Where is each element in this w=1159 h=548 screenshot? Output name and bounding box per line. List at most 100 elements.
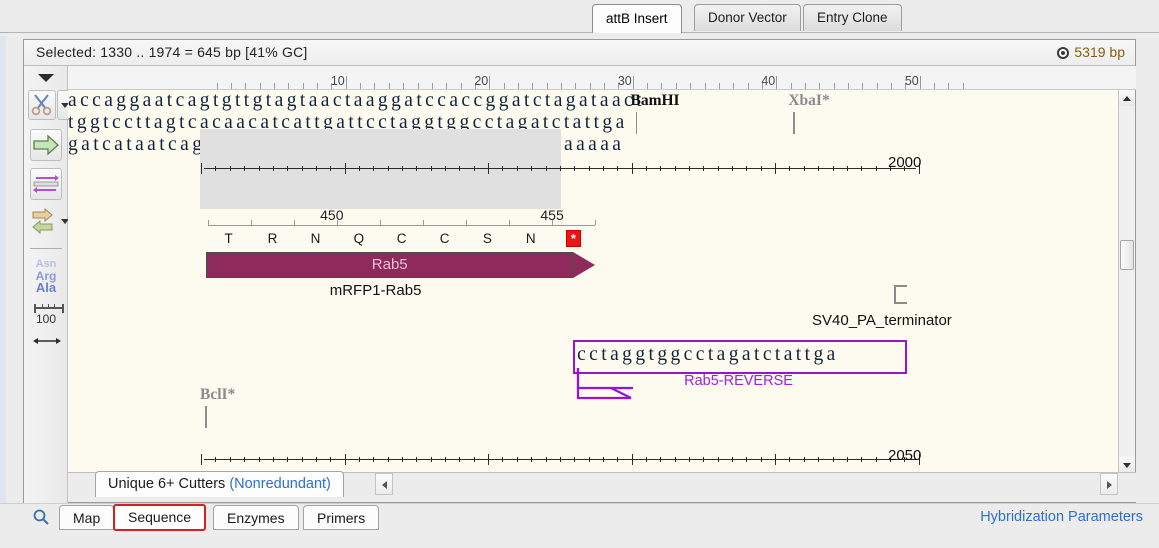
tick-minor xyxy=(229,457,231,462)
tick-minor xyxy=(502,166,504,171)
ruler-minor-tick xyxy=(862,83,864,89)
hscroll-left-button[interactable] xyxy=(375,473,393,495)
ruler-minor-tick xyxy=(532,83,534,89)
ruler-minor-tick xyxy=(561,83,563,89)
ruler-minor-tick xyxy=(661,83,663,89)
hybridization-parameters-link[interactable]: Hybridization Parameters xyxy=(980,509,1143,525)
hscroll-right-button[interactable] xyxy=(1100,473,1118,495)
tick-minor xyxy=(516,457,518,462)
left-toolbar: Asn Arg Ala 100 xyxy=(24,66,70,503)
triangle-up-icon xyxy=(1123,96,1131,101)
ruler-minor-tick xyxy=(934,83,936,89)
tick-major xyxy=(344,163,346,174)
enzyme-stem-bamhi xyxy=(635,112,638,134)
feature-rab5[interactable]: Rab5 xyxy=(206,252,574,278)
ruler-minor-tick xyxy=(833,83,835,89)
tick-minor xyxy=(832,457,834,462)
sequence-canvas[interactable]: BamHI XbaI* accaggaatcagtgttgtagtaactaag… xyxy=(68,90,1118,473)
enzyme-label-xbai[interactable]: XbaI* xyxy=(788,92,829,110)
ruler-tick-label: 10 xyxy=(330,74,345,88)
primer-tool-button[interactable] xyxy=(30,168,62,200)
top-strand-block1[interactable]: accaggaatcagtgttgtagtaactaaggatccaccggat… xyxy=(68,90,1118,112)
tick-minor xyxy=(689,457,691,462)
tick-minor xyxy=(717,166,719,171)
amino-label-ala: Ala xyxy=(35,280,57,295)
tick-minor xyxy=(445,166,447,171)
tick-minor xyxy=(760,166,762,171)
cutters-tab[interactable]: Unique 6+ Cutters (Nonredundant) xyxy=(95,471,344,497)
tick-minor xyxy=(703,166,705,171)
tab-donor-vector[interactable]: Donor Vector xyxy=(694,4,801,31)
tick-minor xyxy=(287,457,289,462)
magnifier-icon[interactable] xyxy=(32,508,50,526)
tick-minor xyxy=(703,457,705,462)
ruler-minor-tick xyxy=(647,83,649,89)
tick-major xyxy=(344,454,346,465)
translation-number-450: 450 xyxy=(320,207,344,223)
tick-minor xyxy=(387,457,389,462)
tick-minor xyxy=(803,457,805,462)
primer-sequence: cctaggtggcctagatctattga xyxy=(577,344,839,365)
tick-minor xyxy=(760,457,762,462)
translation-tick xyxy=(380,220,382,225)
scroll-up-button[interactable] xyxy=(1119,90,1135,106)
scroll-thumb[interactable] xyxy=(1120,240,1134,270)
feature-tool-button[interactable] xyxy=(30,129,62,161)
ruler-minor-tick xyxy=(245,83,247,89)
ruler-minor-tick xyxy=(446,83,448,89)
tab-enzymes[interactable]: Enzymes xyxy=(213,505,299,530)
scroll-down-button[interactable] xyxy=(1119,457,1135,473)
enzyme-label-bamhi[interactable]: BamHI xyxy=(631,92,680,110)
tick-minor xyxy=(674,166,676,171)
ruler-minor-tick xyxy=(388,83,390,89)
tab-attb-insert[interactable]: attB Insert xyxy=(592,4,682,33)
tab-map[interactable]: Map xyxy=(59,505,115,530)
ruler-minor-tick xyxy=(302,83,304,89)
tick-major xyxy=(631,454,633,465)
translation-residue: N xyxy=(525,231,536,246)
tab-entry-clone[interactable]: Entry Clone xyxy=(803,4,902,31)
ruler-minor-tick xyxy=(374,83,376,89)
tick-minor xyxy=(588,166,590,171)
enzyme-label-bcli[interactable]: BclI* xyxy=(200,386,235,404)
triangle-down-icon xyxy=(1123,463,1131,468)
scissors-icon xyxy=(31,94,52,116)
ruler-minor-tick xyxy=(546,83,548,89)
two-way-arrows-icon xyxy=(32,207,53,235)
translation-tick xyxy=(423,220,425,225)
tick-minor xyxy=(459,166,461,171)
translation-tick xyxy=(251,220,253,225)
tick-minor xyxy=(574,166,576,171)
chevron-down-icon[interactable] xyxy=(38,74,54,82)
triangle-right-icon xyxy=(1107,481,1112,489)
ruler-major-tick xyxy=(489,76,491,89)
tick-minor xyxy=(645,166,647,171)
tick-major xyxy=(775,163,777,174)
ruler-tick-label: 40 xyxy=(761,74,776,88)
double-arrow-icon[interactable] xyxy=(33,334,61,344)
translation-residue: C xyxy=(396,231,407,246)
tick-minor xyxy=(875,457,877,462)
tick-minor xyxy=(229,166,231,171)
ruler-minor-tick xyxy=(690,83,692,89)
feature-label-rab5: Rab5 xyxy=(371,256,408,273)
tab-sequence[interactable]: Sequence xyxy=(113,504,207,531)
primer-duplex-icon xyxy=(33,175,59,193)
ruler-minor-tick xyxy=(675,83,677,89)
ruler-minor-tick xyxy=(819,83,821,89)
tick-minor xyxy=(803,166,805,171)
tick-minor xyxy=(746,166,748,171)
cut-tool-button[interactable] xyxy=(28,90,56,120)
selection-info-bar: Selected: 1330 .. 1974 = 645 bp [41% GC]… xyxy=(24,40,1135,66)
ruler-minor-tick xyxy=(718,83,720,89)
tick-minor xyxy=(373,457,375,462)
translation-tool-button[interactable] xyxy=(29,207,59,236)
tick-minor xyxy=(660,166,662,171)
amino-acid-display-toggle[interactable]: Asn Arg Ala xyxy=(24,258,68,294)
translation-tick xyxy=(208,220,209,225)
tick-minor xyxy=(588,457,590,462)
vertical-scrollbar[interactable] xyxy=(1118,90,1135,473)
tick-minor xyxy=(732,457,734,462)
tab-primers[interactable]: Primers xyxy=(303,505,380,530)
ruler-minor-tick xyxy=(230,83,232,89)
